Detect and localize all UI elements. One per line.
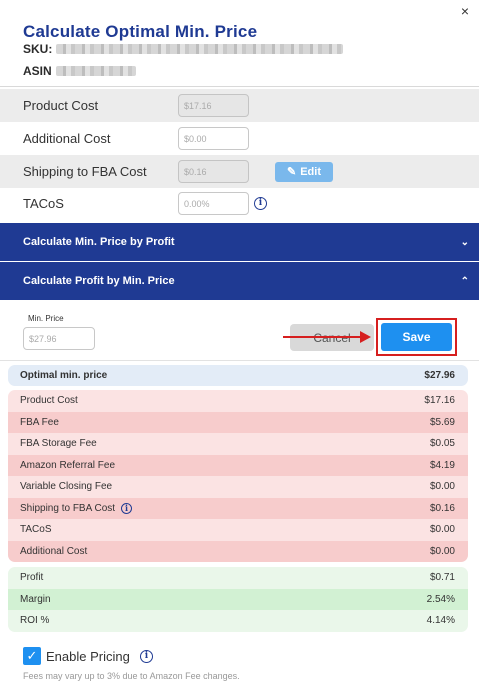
pencil-icon: ✎ [287,166,297,178]
additional-cost-label: Additional Cost [23,131,111,146]
row-value: $17.16 [424,395,455,407]
min-price-label: Min. Price [28,314,64,323]
save-highlight: Save [376,318,457,356]
row-value: $0.00 [429,481,455,493]
table-row: Amazon Referral Fee $4.19 [8,454,468,476]
table-row: FBA Storage Fee $0.05 [8,433,468,455]
divider [0,360,479,361]
shipping-cost-label: Shipping to FBA Cost [23,164,147,179]
row-label: FBA Storage Fee [20,438,97,450]
row-label: Profit [20,572,44,584]
save-button[interactable]: Save [381,323,452,351]
section-by-min-price-label: Calculate Profit by Min. Price [23,275,175,287]
table-row: Variable Closing Fee $0.00 [8,476,468,498]
asin-row: ASIN [23,64,136,78]
row-label: TACoS [20,524,52,536]
row-value: $5.69 [429,416,455,428]
enable-pricing-label: Enable Pricing [46,649,130,664]
profit-table: Profit $0.71 Margin 2.54% ROI % 4.14% [8,567,468,632]
section-by-profit[interactable]: Calculate Min. Price by Profit ⌄ [0,223,479,261]
edit-label: Edit [300,165,321,178]
table-row: FBA Fee $5.69 [8,411,468,433]
sku-value-redacted [56,44,344,54]
table-row: Margin 2.54% [8,588,468,610]
row-label: Additional Cost [20,545,88,557]
enable-pricing-checkbox[interactable]: ✓ [23,647,41,665]
row-value: $0.00 [429,524,455,536]
annotation-arrow [283,336,363,338]
table-row: Shipping to FBA Cost i $0.16 [8,497,468,519]
edit-button[interactable]: ✎ Edit [275,161,333,182]
row-label: ROI % [20,615,50,627]
info-icon[interactable]: i [140,650,153,663]
divider [0,86,479,87]
table-row: Additional Cost $0.00 [8,540,468,562]
row-label-wrap: Shipping to FBA Cost i [20,502,133,514]
product-cost-input: $17.16 [178,94,249,117]
row-value: $0.71 [429,572,455,584]
row-value: $4.19 [429,459,455,471]
section-by-profit-label: Calculate Min. Price by Profit [23,236,175,248]
row-value: 2.54% [426,593,455,605]
row-label: Amazon Referral Fee [20,459,116,471]
annotation-arrowhead [360,331,371,343]
row-label: FBA Fee [20,416,59,428]
optimal-price-row: Optimal min. price $27.96 [8,365,468,386]
row-label: Margin [20,593,51,605]
sku-row: SKU: [23,42,344,56]
product-cost-label: Product Cost [23,98,99,113]
chevron-up-icon: ⌃ [460,275,469,287]
shipping-cost-row: Shipping to FBA Cost $0.16 ✎ Edit [0,155,479,188]
row-label: Product Cost [20,395,78,407]
tacos-row: TACoS 0.00% i [0,187,479,220]
close-icon[interactable]: × [457,3,473,19]
optimal-price-value: $27.96 [424,370,455,381]
section-by-min-price[interactable]: Calculate Profit by Min. Price ⌃ [0,262,479,300]
row-value: $0.05 [429,438,455,450]
sku-label: SKU: [23,42,53,56]
info-icon[interactable]: i [121,502,133,514]
optimal-price-label: Optimal min. price [20,370,108,381]
additional-cost-row: Additional Cost $0.00 [0,122,479,155]
tacos-label: TACoS [23,196,64,211]
row-value: 4.14% [426,615,455,627]
chevron-down-icon: ⌄ [460,236,469,248]
row-value: $0.16 [429,502,455,514]
row-label: Shipping to FBA Cost [20,502,116,514]
dialog-title: Calculate Optimal Min. Price [23,22,258,41]
product-cost-row: Product Cost $17.16 [0,89,479,122]
row-value: $0.00 [429,545,455,557]
asin-label: ASIN [23,64,52,78]
fee-note: Fees may vary up to 3% due to Amazon Fee… [23,671,240,681]
info-icon[interactable]: i [254,197,267,210]
asin-value-redacted [55,66,136,76]
row-label: Variable Closing Fee [20,481,113,493]
table-row: ROI % 4.14% [8,610,468,632]
table-row: Profit $0.71 [8,567,468,589]
additional-cost-input[interactable]: $0.00 [178,127,249,150]
min-price-input[interactable]: $27.96 [23,327,95,350]
tacos-input[interactable]: 0.00% [178,192,249,215]
table-row: Product Cost $17.16 [8,390,468,412]
costs-table: Product Cost $17.16 FBA Fee $5.69 FBA Stor… [8,390,468,562]
shipping-cost-input: $0.16 [178,160,249,183]
table-row: TACoS $0.00 [8,519,468,541]
